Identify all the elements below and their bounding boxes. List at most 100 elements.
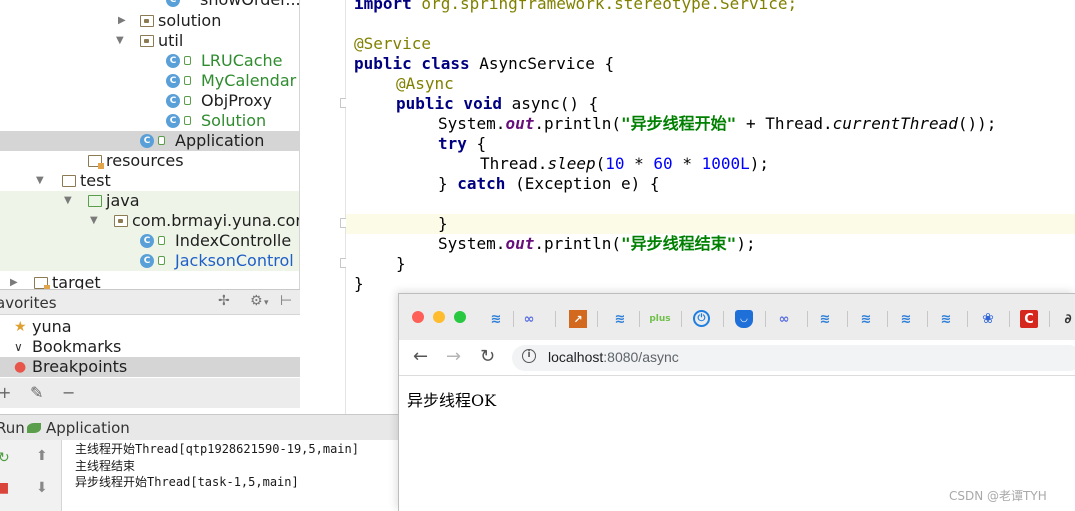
- code-line: System.out.println("异步线程结束");: [438, 234, 756, 253]
- gear-icon[interactable]: ⚙: [250, 293, 263, 309]
- code-line: }: [354, 274, 364, 293]
- class-icon: C: [166, 74, 180, 88]
- tree-item-resources[interactable]: resources: [0, 151, 299, 171]
- code-line: }: [396, 254, 406, 273]
- tree-item-lrucache[interactable]: C LRUCache: [0, 51, 299, 71]
- bookmark-shield-icon[interactable]: ◡: [735, 310, 753, 328]
- spring-boot-class-icon: C: [140, 134, 154, 148]
- tree-item-com-package[interactable]: ▼ com.brmayi.yuna.cor: [0, 211, 299, 231]
- tree-item-target[interactable]: ▶ target: [0, 273, 299, 289]
- bookmark-meituan-icon[interactable]: ≋: [816, 310, 834, 328]
- code-line: Thread.sleep(10 * 60 * 1000L);: [480, 154, 770, 173]
- lock-icon: [158, 136, 165, 145]
- code-line: import org.springframework.stereotype.Se…: [354, 0, 798, 13]
- browser-nav-bar: ← → ↻ i localhost:8080/async: [399, 340, 1075, 376]
- bookmark-meituan-icon[interactable]: ≋: [897, 310, 915, 328]
- code-line: try {: [438, 134, 487, 153]
- close-window-button[interactable]: [412, 311, 424, 323]
- favorites-item-yuna[interactable]: ★ yuna: [0, 317, 300, 337]
- bookmark-separator: [807, 311, 808, 327]
- run-toolbar: ↻ ⬆ ■ ⬇: [0, 440, 62, 511]
- collapse-all-icon[interactable]: ✢: [218, 293, 230, 309]
- bookmark-chart-icon[interactable]: ↗: [569, 310, 587, 328]
- bookmark-infinity-icon[interactable]: ∞: [775, 310, 793, 328]
- tree-item-solution-class[interactable]: C Solution: [0, 111, 299, 131]
- bookmark-separator: [723, 311, 724, 327]
- edit-icon[interactable]: ✎: [30, 383, 43, 402]
- bookmark-baidu-icon[interactable]: ❀: [979, 310, 997, 328]
- tree-item-showorder[interactable]: C showOrder...: [0, 0, 299, 10]
- bookmark-meituan-icon[interactable]: ≋: [857, 310, 875, 328]
- tree-item-util-package[interactable]: ▼ util: [0, 31, 299, 51]
- tree-item-application[interactable]: C Application: [0, 131, 299, 151]
- bookmark-meituan-icon[interactable]: ≋: [937, 310, 955, 328]
- project-tree: C showOrder... ▶ solution ▼ util C LRUCa…: [0, 0, 300, 289]
- lock-icon: [158, 236, 165, 245]
- bookmark-separator: [513, 311, 514, 327]
- bookmarks-bar: ≋ ∞ ↗ ≋ plus ⏻ ◡ ∞ ≋ ≋ ≋ ≋ ❀ C ∂: [399, 294, 1075, 340]
- test-class-icon: C: [140, 254, 154, 268]
- chevron-down-icon[interactable]: ▼: [90, 211, 98, 231]
- bookmark-separator: [597, 311, 598, 327]
- tree-item-objproxy[interactable]: C ObjProxy: [0, 91, 299, 111]
- bookmark-separator: [639, 311, 640, 327]
- url-text[interactable]: localhost:8080/async: [548, 349, 679, 365]
- bookmark-meituan-icon[interactable]: ≋: [487, 310, 505, 328]
- tree-item-indexcontroller[interactable]: C IndexControlle: [0, 231, 299, 251]
- hide-panel-icon[interactable]: ⊢: [280, 293, 292, 309]
- run-panel-header: Run Application: [0, 414, 400, 440]
- bookmark-power-icon[interactable]: ⏻: [693, 310, 710, 327]
- browser-window: ≋ ∞ ↗ ≋ plus ⏻ ◡ ∞ ≋ ≋ ≋ ≋ ❀ C ∂ ← → ↻ i: [398, 293, 1075, 511]
- chevron-down-icon[interactable]: ▼: [64, 191, 72, 211]
- run-config-name[interactable]: Application: [46, 419, 130, 437]
- maximize-window-button[interactable]: [454, 311, 466, 323]
- chevron-right-icon[interactable]: ▶: [10, 273, 18, 289]
- back-button[interactable]: ←: [413, 346, 428, 367]
- lock-icon: [184, 116, 191, 125]
- add-icon[interactable]: +: [0, 383, 11, 402]
- gear-dropdown-icon[interactable]: ▾: [264, 298, 269, 308]
- bookmark-separator: [847, 311, 848, 327]
- spring-leaf-icon: [27, 423, 41, 433]
- stop-icon[interactable]: ■: [0, 480, 9, 496]
- bookmark-overflow-icon[interactable]: ∂: [1059, 310, 1075, 328]
- bookmark-separator: [1009, 311, 1010, 327]
- code-line: public class AsyncService {: [354, 54, 615, 73]
- chevron-down-icon[interactable]: ▼: [36, 171, 44, 191]
- forward-button[interactable]: →: [446, 346, 461, 367]
- bookmark-separator: [887, 311, 888, 327]
- run-console[interactable]: 主线程开始Thread[qtp1928621590-19,5,main] 主线程…: [62, 440, 398, 511]
- scroll-up-icon[interactable]: ⬆: [36, 448, 48, 464]
- reload-button[interactable]: ↻: [480, 346, 495, 367]
- rerun-icon[interactable]: ↻: [0, 450, 10, 466]
- bookmark-meituan-icon[interactable]: ≋: [611, 310, 629, 328]
- bookmark-infinity-icon[interactable]: ∞: [520, 310, 538, 328]
- minimize-window-button[interactable]: [433, 311, 445, 323]
- tree-item-jacksoncontroller[interactable]: C JacksonControl: [0, 251, 299, 271]
- scroll-down-icon[interactable]: ⬇: [36, 480, 48, 496]
- test-class-icon: C: [140, 234, 154, 248]
- tree-item-java[interactable]: ▼ java: [0, 191, 299, 211]
- favorites-item-breakpoints[interactable]: ● Breakpoints: [0, 357, 300, 377]
- bookmark-csdn-icon[interactable]: C: [1020, 310, 1038, 328]
- test-folder-icon: [88, 195, 102, 207]
- lock-icon: [184, 56, 191, 65]
- remove-icon[interactable]: −: [62, 383, 75, 402]
- site-info-icon[interactable]: i: [522, 349, 536, 363]
- bookmark-plus-icon[interactable]: plus: [647, 310, 673, 328]
- favorites-item-bookmarks[interactable]: ∨ Bookmarks: [0, 337, 300, 357]
- bookmark-separator: [681, 311, 682, 327]
- chevron-right-icon[interactable]: ▶: [118, 11, 126, 31]
- caret-line-highlight: [346, 214, 1075, 234]
- bookmark-separator: [555, 311, 556, 327]
- console-line: 主线程开始Thread[qtp1928621590-19,5,main]: [75, 442, 359, 456]
- chevron-down-icon[interactable]: ▼: [116, 31, 124, 51]
- package-icon: [140, 35, 154, 47]
- tree-item-test[interactable]: ▼ test: [0, 171, 299, 191]
- tree-item-solution-package[interactable]: ▶ solution: [0, 11, 299, 31]
- bookmark-separator: [967, 311, 968, 327]
- class-icon: C: [166, 0, 180, 7]
- tree-item-mycalendar[interactable]: C MyCalendar: [0, 71, 299, 91]
- address-bar[interactable]: i localhost:8080/async: [512, 345, 1075, 371]
- run-tab-label[interactable]: Run: [0, 419, 25, 437]
